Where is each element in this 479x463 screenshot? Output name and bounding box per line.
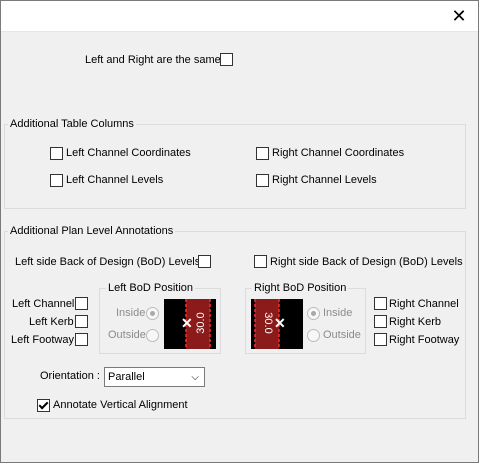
right-levels-checkbox[interactable] — [256, 174, 269, 187]
left-levels-label: Left Channel Levels — [66, 174, 164, 186]
left-preview-cross-icon: ✕ — [181, 315, 193, 331]
right-preview-value: 30.0 — [262, 312, 274, 334]
right-bod-label: Right side Back of Design (BoD) Levels — [270, 256, 463, 268]
left-footway-checkbox[interactable] — [75, 333, 88, 346]
right-channel-checkbox[interactable] — [374, 297, 387, 310]
left-inside-label: Inside — [116, 307, 146, 319]
right-channel-label: Right Channel — [389, 298, 459, 310]
chevron-down-icon: ⌵ — [191, 372, 199, 383]
left-channel-checkbox[interactable] — [75, 297, 88, 310]
left-bod-label: Left side Back of Design (BoD) Levels — [15, 256, 201, 268]
left-inside-radio[interactable] — [146, 307, 159, 320]
right-outside-label: Outside — [323, 329, 361, 341]
right-coords-label: Right Channel Coordinates — [272, 147, 405, 159]
left-bod-preview: ✕ 30.0 — [164, 299, 216, 349]
right-footway-checkbox[interactable] — [374, 333, 387, 346]
left-kerb-checkbox[interactable] — [75, 315, 88, 328]
orientation-select[interactable]: Parallel ⌵ — [104, 367, 205, 387]
right-bod-preview: ✕ 30.0 — [251, 299, 303, 349]
left-footway-label: Left Footway — [11, 334, 74, 346]
right-inside-label: Inside — [323, 307, 353, 319]
left-outside-radio[interactable] — [146, 329, 159, 342]
left-channel-label: Left Channel — [12, 298, 75, 310]
annotate-vertical-label: Annotate Vertical Alignment — [53, 399, 188, 411]
right-kerb-label: Right Kerb — [389, 316, 441, 328]
left-levels-checkbox[interactable] — [50, 174, 63, 187]
table-columns-group — [4, 124, 466, 209]
right-coords-checkbox[interactable] — [256, 147, 269, 160]
left-coords-label: Left Channel Coordinates — [66, 147, 191, 159]
left-bod-checkbox[interactable] — [198, 255, 211, 268]
left-outside-label: Outside — [108, 329, 146, 341]
left-bod-position-title: Left BoD Position — [106, 282, 195, 294]
table-columns-title: Additional Table Columns — [8, 118, 136, 130]
left-coords-checkbox[interactable] — [50, 147, 63, 160]
orientation-label: Orientation : — [40, 370, 100, 382]
same-checkbox[interactable] — [220, 53, 233, 66]
right-levels-label: Right Channel Levels — [272, 174, 377, 186]
orientation-value: Parallel — [108, 371, 145, 383]
right-bod-checkbox[interactable] — [254, 255, 267, 268]
right-outside-radio[interactable] — [307, 329, 320, 342]
same-label: Left and Right are the same — [85, 54, 221, 66]
annotate-vertical-checkbox[interactable] — [37, 399, 50, 412]
title-bar — [0, 0, 479, 32]
annotations-title: Additional Plan Level Annotations — [8, 225, 176, 237]
left-preview-value: 30.0 — [195, 312, 207, 334]
right-preview-cross-icon: ✕ — [274, 315, 286, 331]
close-icon[interactable]: ✕ — [449, 6, 469, 26]
right-kerb-checkbox[interactable] — [374, 315, 387, 328]
right-bod-position-title: Right BoD Position — [252, 282, 349, 294]
right-inside-radio[interactable] — [307, 307, 320, 320]
left-kerb-label: Left Kerb — [29, 316, 74, 328]
right-footway-label: Right Footway — [389, 334, 460, 346]
